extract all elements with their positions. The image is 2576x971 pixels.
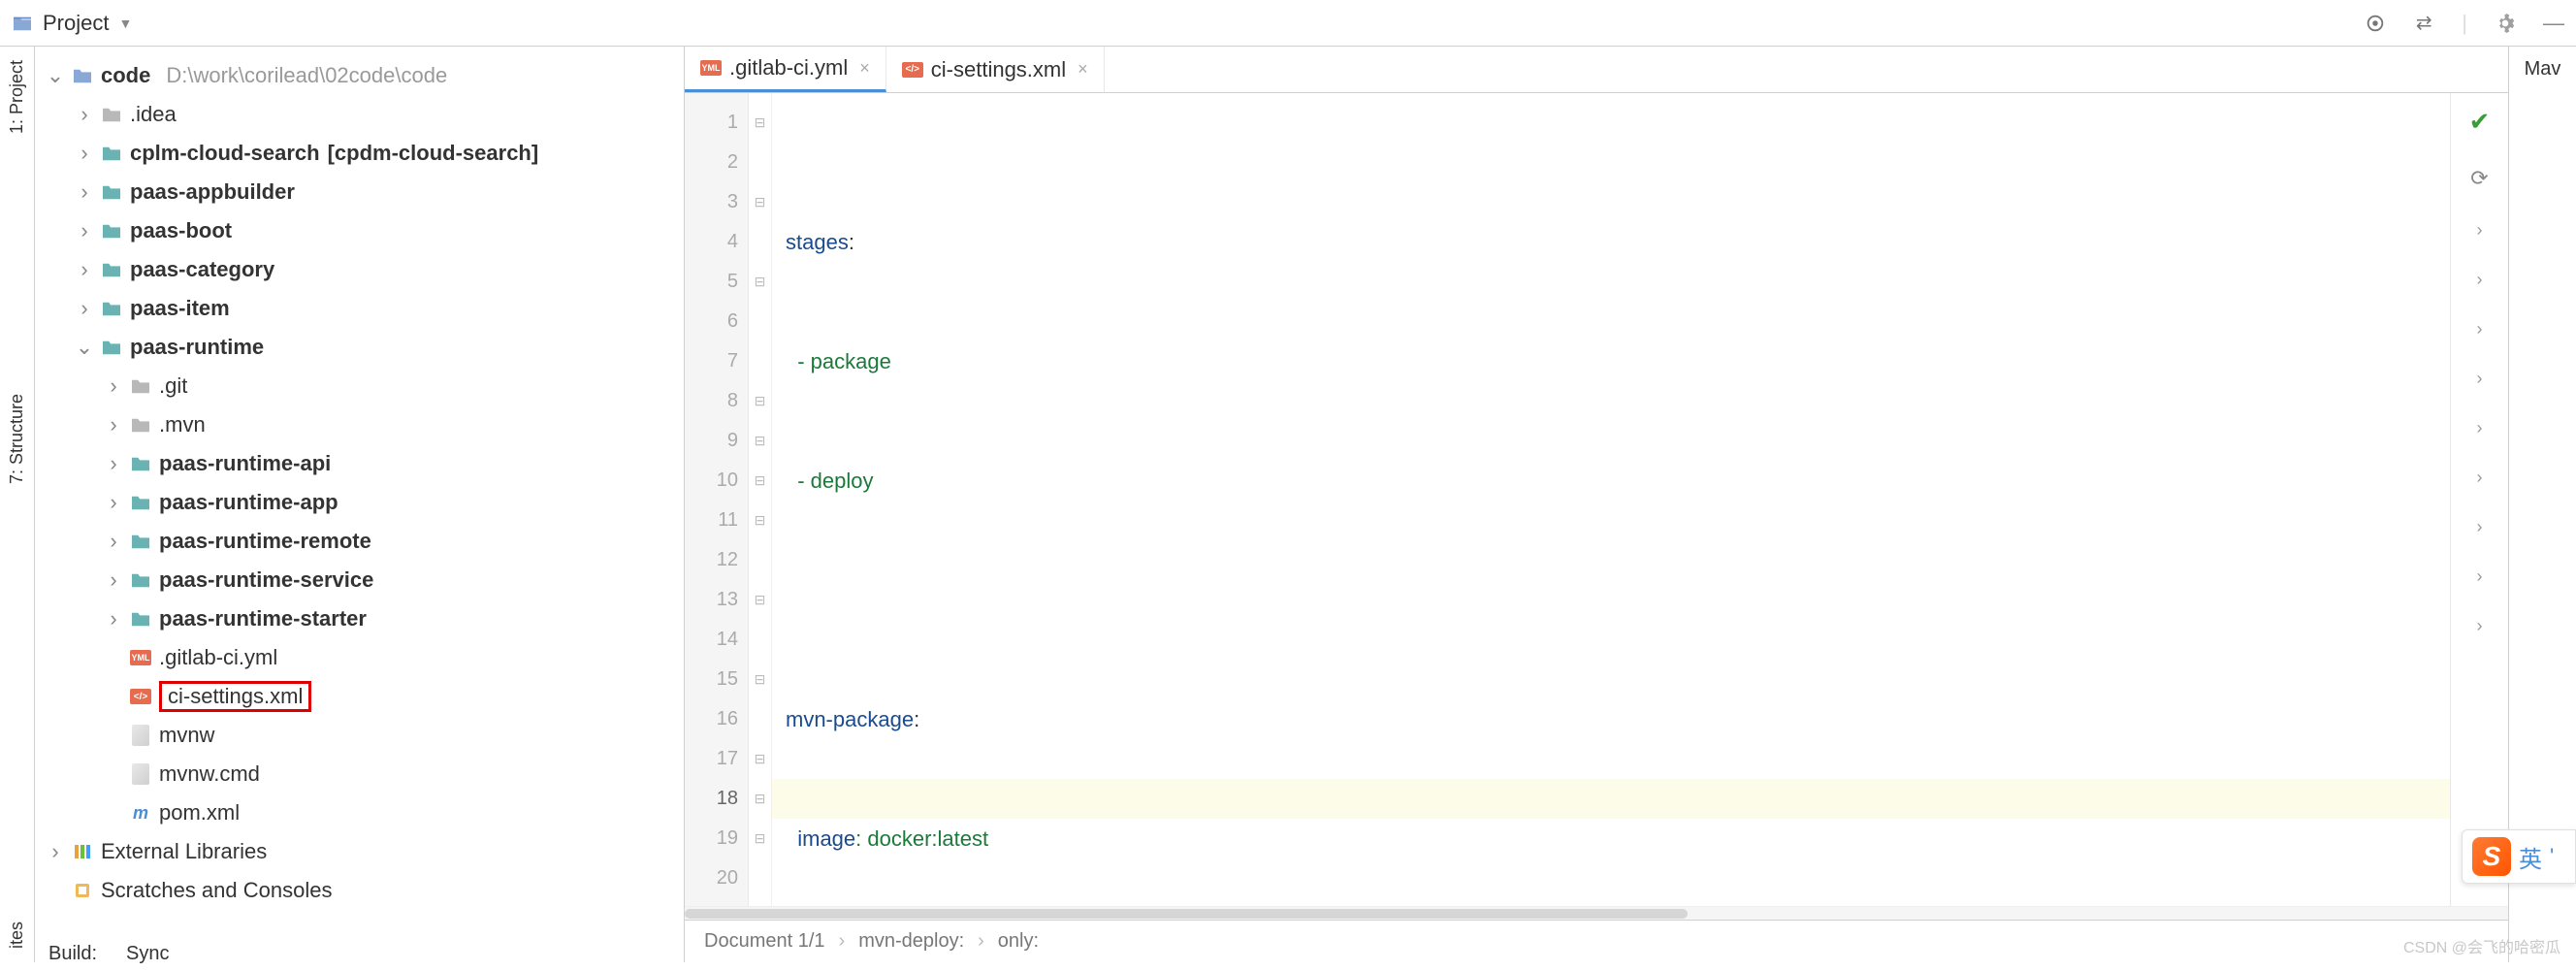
xml-file-icon: </> — [902, 62, 923, 78]
xml-file-icon: </> — [130, 689, 151, 704]
tree-file-mvnw-cmd[interactable]: mvnw.cmd — [41, 755, 678, 793]
sogou-logo-icon: S — [2472, 837, 2511, 876]
close-icon[interactable]: × — [1078, 59, 1088, 80]
tree-folder-runtime-starter[interactable]: ›paas-runtime-starter — [41, 599, 678, 638]
tab-ci-settings[interactable]: </> ci-settings.xml × — [886, 47, 1105, 92]
tree-external-libraries[interactable]: ›External Libraries — [41, 832, 678, 871]
editor-breadcrumb[interactable]: Document 1/1 › mvn-deploy: › only: — [685, 920, 2508, 962]
chevron-right-icon[interactable]: › — [2477, 468, 2483, 488]
chevron-right-icon[interactable]: › — [76, 141, 93, 166]
chevron-right-icon[interactable]: › — [2477, 418, 2483, 438]
left-tool-rail: 1: Project 7: Structure ites — [0, 47, 35, 962]
ime-floating-badge[interactable]: S 英 ' — [2462, 829, 2576, 884]
tree-folder-git[interactable]: ›.git — [41, 367, 678, 405]
tree-file-pom[interactable]: mpom.xml — [41, 793, 678, 832]
yml-file-icon: YML — [700, 60, 722, 76]
inspection-ok-icon[interactable]: ✔ — [2469, 107, 2491, 137]
tree-file-gitlab-ci[interactable]: YML.gitlab-ci.yml — [41, 638, 678, 677]
file-icon — [132, 763, 149, 785]
file-icon — [132, 725, 149, 746]
chevron-right-icon[interactable]: › — [2477, 566, 2483, 587]
chevron-right-icon[interactable]: › — [2477, 220, 2483, 241]
chevron-right-icon[interactable]: › — [2477, 517, 2483, 537]
rail-tab-project[interactable]: 1: Project — [7, 47, 27, 147]
scratches-icon — [72, 880, 93, 901]
yml-file-icon: YML — [130, 650, 151, 665]
tab-gitlab-ci[interactable]: YML .gitlab-ci.yml × — [685, 47, 886, 92]
tree-folder-runtime-service[interactable]: ›paas-runtime-service — [41, 561, 678, 599]
tree-folder-paas-boot[interactable]: ›paas-boot — [41, 211, 678, 250]
chevron-right-icon[interactable]: › — [76, 102, 93, 127]
rail-tab-favorites[interactable]: ites — [7, 908, 27, 962]
chevron-down-icon[interactable]: ⌄ — [76, 335, 93, 360]
settings-gear-icon[interactable] — [2495, 13, 2516, 34]
project-tree-panel: ⌄ code D:\work\corilead\02code\code › .i… — [35, 47, 685, 962]
tree-folder-paas-appbuilder[interactable]: ›paas-appbuilder — [41, 173, 678, 211]
fold-gutter[interactable]: ⊟⊟⊟⊟⊟⊟⊟⊟⊟⊟⊟⊟ — [749, 93, 772, 906]
tree-folder-paas-item[interactable]: ›paas-item — [41, 289, 678, 328]
chevron-right-icon[interactable]: › — [2477, 319, 2483, 340]
folder-icon — [101, 104, 122, 125]
editor-tabs: YML .gitlab-ci.yml × </> ci-settings.xml… — [685, 47, 2508, 93]
chevron-right-icon[interactable]: › — [2477, 270, 2483, 290]
right-tool-rail: Mav — [2508, 47, 2576, 962]
chevron-right-icon[interactable]: › — [2477, 369, 2483, 389]
tree-file-ci-settings[interactable]: </>ci-settings.xml — [41, 677, 678, 716]
chevron-right-icon[interactable]: › — [2477, 616, 2483, 636]
tree-folder-runtime-api[interactable]: ›paas-runtime-api — [41, 444, 678, 483]
refresh-icon[interactable]: ⟳ — [2470, 166, 2488, 191]
close-icon[interactable]: × — [859, 58, 870, 79]
horizontal-scrollbar[interactable] — [685, 906, 2508, 920]
maven-file-icon: m — [130, 802, 151, 824]
tree-folder-runtime-remote[interactable]: ›paas-runtime-remote — [41, 522, 678, 561]
tree-file-mvnw[interactable]: mvnw — [41, 716, 678, 755]
library-icon — [72, 841, 93, 862]
sync-tool-label[interactable]: Sync — [126, 943, 169, 965]
tree-folder-paas-runtime[interactable]: ⌄paas-runtime — [41, 328, 678, 367]
watermark-text: CSDN @会飞的哈密瓜 — [2403, 934, 2560, 957]
tree-folder-mvn[interactable]: ›.mvn — [41, 405, 678, 444]
locate-icon[interactable] — [2365, 13, 2386, 34]
folder-icon — [72, 65, 93, 86]
line-number-gutter[interactable]: 1234567891011121314151617181920 — [685, 93, 749, 906]
project-folder-icon — [12, 13, 33, 34]
expand-all-icon[interactable]: ⇄ — [2413, 13, 2434, 34]
build-tool-label[interactable]: Build: — [48, 943, 97, 965]
tree-root-code[interactable]: ⌄ code D:\work\corilead\02code\code — [41, 56, 678, 95]
editor-right-rail: ✔ ⟳ › › › › › › › › › — [2450, 93, 2508, 906]
tree-folder-cplm[interactable]: › cplm-cloud-search [cpdm-cloud-search] — [41, 134, 678, 173]
rail-tab-structure[interactable]: 7: Structure — [7, 380, 27, 498]
tree-scratches[interactable]: Scratches and Consoles — [41, 871, 678, 910]
rail-tab-maven[interactable]: Mav — [2509, 58, 2576, 81]
chevron-down-icon[interactable]: ▼ — [118, 16, 132, 31]
editor-area: YML .gitlab-ci.yml × </> ci-settings.xml… — [685, 47, 2508, 962]
tree-folder-paas-category[interactable]: ›paas-category — [41, 250, 678, 289]
project-dropdown-label[interactable]: Project — [43, 11, 109, 36]
code-editor[interactable]: stages: - package - deploy mvn-package: … — [772, 93, 2450, 906]
tree-folder-idea[interactable]: › .idea — [41, 95, 678, 134]
module-folder-icon — [101, 143, 122, 164]
tree-folder-runtime-app[interactable]: ›paas-runtime-app — [41, 483, 678, 522]
chevron-down-icon[interactable]: ⌄ — [47, 63, 64, 88]
hide-panel-icon[interactable]: — — [2543, 13, 2564, 34]
ime-lang-label: 英 — [2519, 840, 2542, 874]
bottom-status-bar: Build: Sync — [35, 936, 170, 971]
